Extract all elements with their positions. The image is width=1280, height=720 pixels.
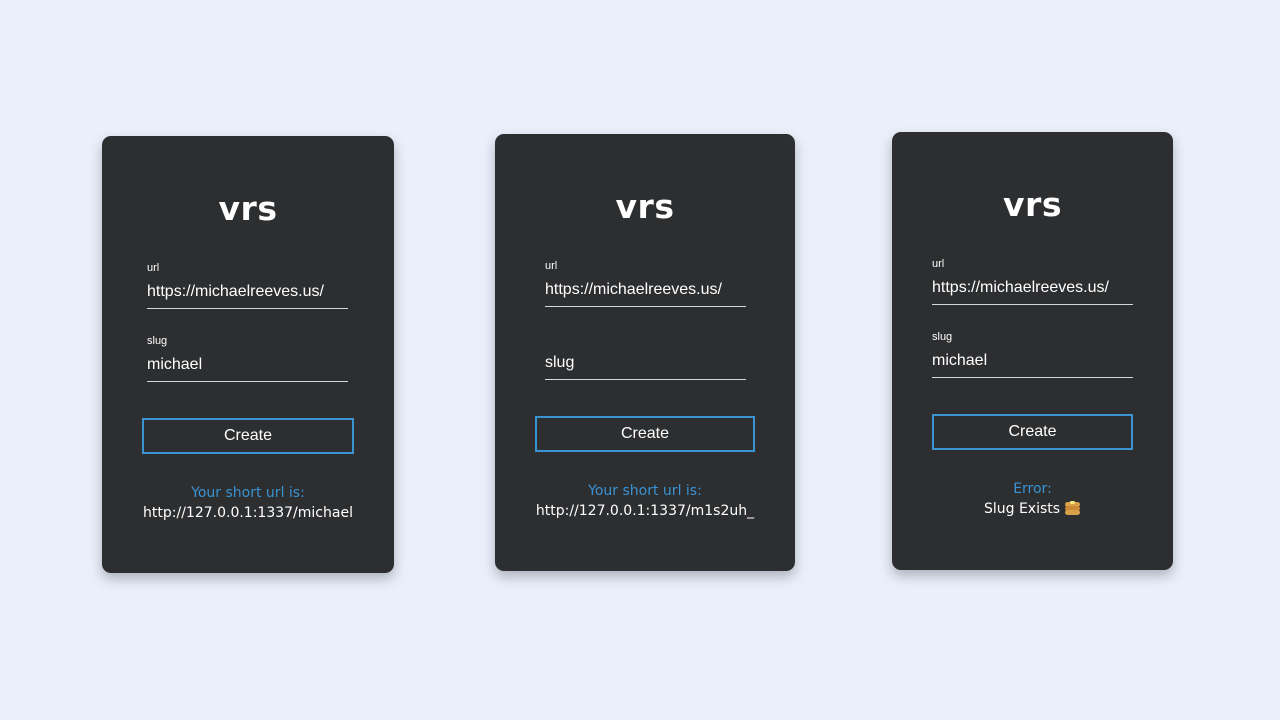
url-input[interactable] <box>932 275 1133 301</box>
create-button[interactable]: Create <box>142 418 354 454</box>
url-input[interactable] <box>545 277 746 303</box>
url-shortener-card-error: vrs url slug Create Error: Slug Exists <box>892 132 1173 570</box>
url-label: url <box>147 262 160 274</box>
url-field: url <box>147 261 348 309</box>
app-title: vrs <box>218 189 278 228</box>
url-shortener-card-success: vrs url slug Create Your short url is: h… <box>102 136 394 573</box>
slug-field: slug <box>932 330 1133 378</box>
pancake-icon <box>1064 500 1081 515</box>
error-label: Error: <box>1013 481 1052 497</box>
url-field: url <box>932 257 1133 305</box>
url-field: url <box>545 259 746 307</box>
slug-input[interactable] <box>932 348 1133 374</box>
slug-label: slug <box>147 335 168 347</box>
slug-input[interactable] <box>147 352 348 378</box>
slug-label: slug <box>932 331 953 343</box>
slug-input[interactable] <box>545 350 746 376</box>
slug-field <box>545 332 746 380</box>
create-button[interactable]: Create <box>932 414 1133 450</box>
short-url-link[interactable]: http://127.0.0.1:1337/m1s2uh_ <box>495 502 795 520</box>
short-url-link[interactable]: http://127.0.0.1:1337/michael <box>102 504 394 522</box>
url-input[interactable] <box>147 279 348 305</box>
slug-field: slug <box>147 334 348 382</box>
error-message-text: Slug Exists <box>983 501 1061 517</box>
url-shortener-card-generated: vrs url Create Your short url is: http:/… <box>495 134 795 571</box>
url-label: url <box>545 260 558 272</box>
short-url-label: Your short url is: <box>191 485 305 501</box>
create-button[interactable]: Create <box>535 416 755 452</box>
app-title: vrs <box>1003 185 1062 224</box>
error-message: Slug Exists <box>892 500 1173 518</box>
app-title: vrs <box>615 187 675 226</box>
short-url-label: Your short url is: <box>588 483 702 499</box>
url-label: url <box>932 258 945 270</box>
